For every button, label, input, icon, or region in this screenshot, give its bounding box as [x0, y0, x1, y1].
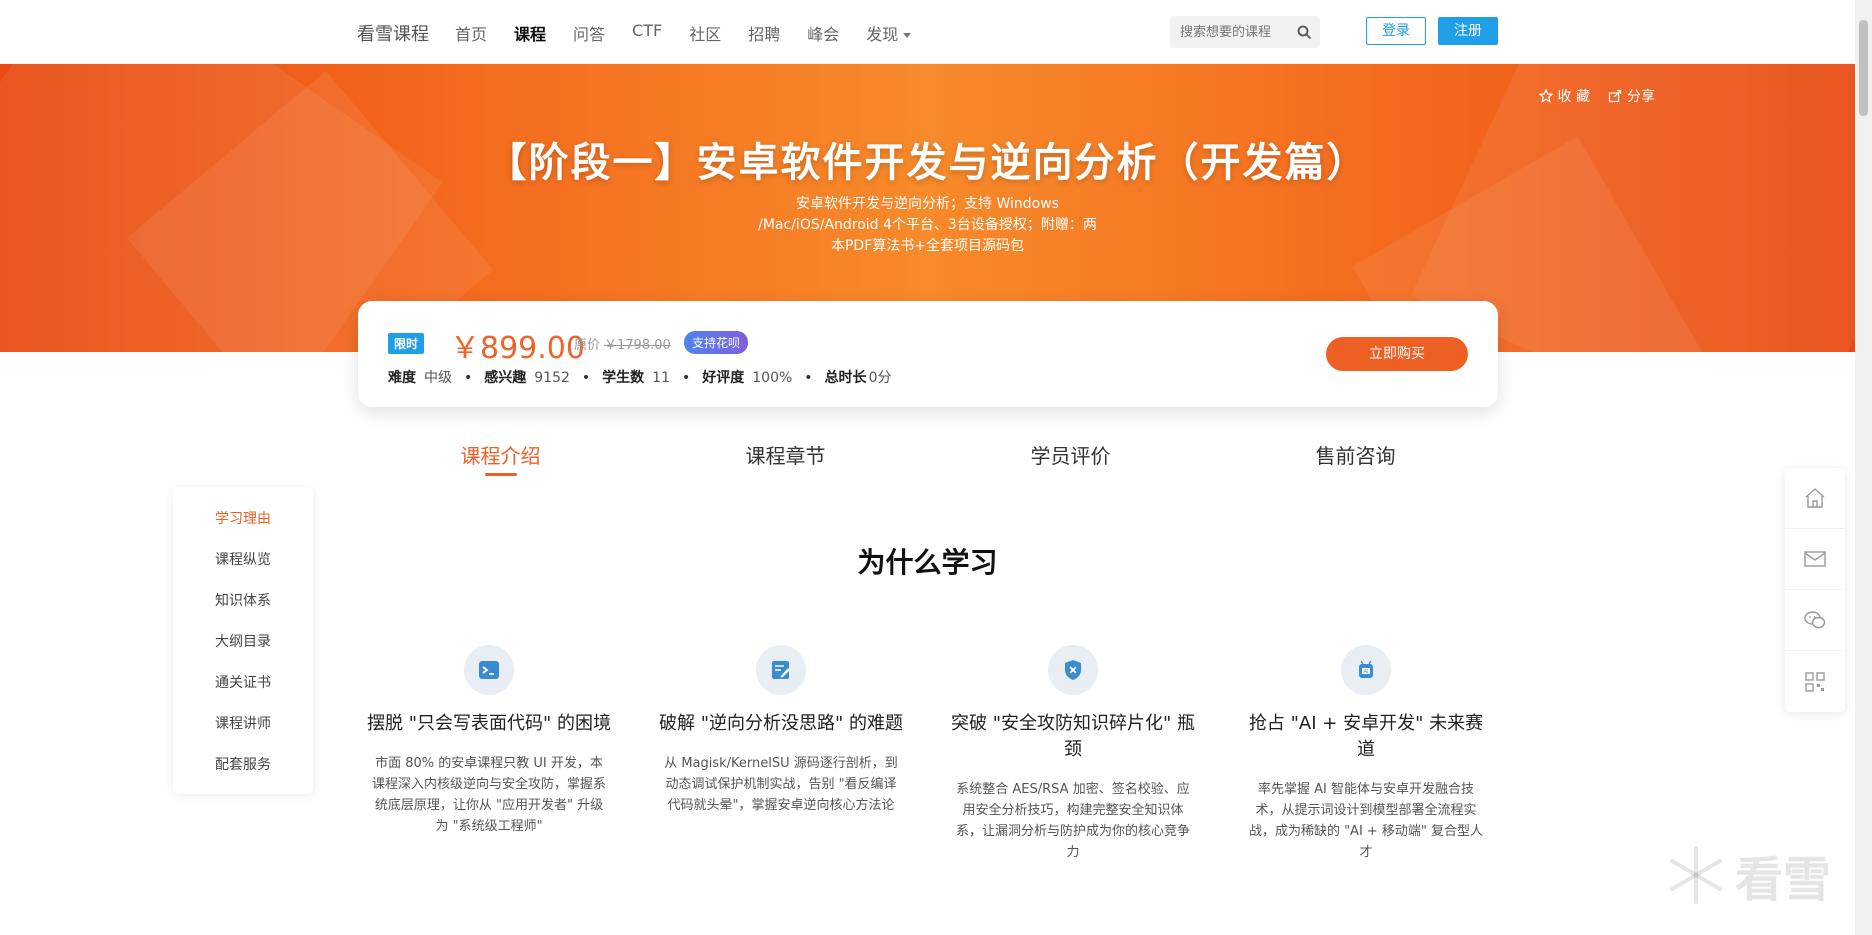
duration-value: 0分 — [868, 370, 892, 386]
duration-label: 总时长 — [824, 370, 867, 386]
nav-link-courses[interactable]: 课程 — [514, 21, 546, 45]
rating-label: 好评度 — [702, 370, 745, 386]
home-icon[interactable] — [1785, 468, 1845, 529]
collect-button[interactable]: 收 藏 — [1538, 86, 1590, 106]
feature-title: 突破 "安全攻防知识碎片化" 瓶颈 — [950, 713, 1195, 760]
page-scrollbar[interactable] — [1855, 0, 1872, 935]
tab-reviews[interactable]: 学员评价 — [928, 440, 1213, 480]
top-nav: 看雪课程 首页 课程 问答 CTF 社区 招聘 峰会 发现 登录 注册 — [0, 0, 1855, 64]
nav-link-summit[interactable]: 峰会 — [807, 21, 839, 45]
feature-card: 摆脱 "只会写表面代码" 的困境 市面 80% 的安卓课程只教 UI 开发，本课… — [364, 645, 614, 837]
watermark: 看雪 — [1665, 840, 1831, 910]
shield-icon — [1048, 645, 1098, 695]
watermark-text: 看雪 — [1735, 852, 1832, 908]
star-icon — [1538, 89, 1553, 103]
edit-note-icon — [756, 645, 806, 695]
feature-card: 破解 "逆向分析没思路" 的难题 从 Magisk/KernelSU 源码逐行剖… — [656, 645, 906, 816]
mail-icon[interactable] — [1785, 529, 1845, 590]
snowflake-logo-icon — [1670, 846, 1722, 904]
nav-link-ctf[interactable]: CTF — [632, 21, 662, 45]
register-button[interactable]: 注册 — [1438, 17, 1498, 45]
course-meta: 难度 中级 • 感兴趣 9152 • 学生数 11 • 好评度 100% • 总时长 0分 — [388, 370, 892, 386]
search-box — [1170, 16, 1320, 48]
tab-consult[interactable]: 售前咨询 — [1213, 440, 1498, 480]
chevron-down-icon — [903, 33, 912, 38]
interest-label: 感兴趣 — [484, 370, 527, 386]
nav-link-discover-label: 发现 — [866, 25, 899, 44]
huabei-badge: 支持花呗 — [684, 331, 749, 354]
sidenav-item-services[interactable]: 配套服务 — [173, 753, 313, 794]
sidenav-item-knowledge[interactable]: 知识体系 — [173, 589, 313, 630]
wechat-icon[interactable] — [1785, 590, 1845, 651]
section-sidenav: 学习理由 课程纵览 知识体系 大纲目录 通关证书 课程讲师 配套服务 — [173, 487, 313, 794]
floating-toolbar — [1785, 468, 1845, 712]
tab-chapters[interactable]: 课程章节 — [643, 440, 928, 480]
current-price: ￥899.00 — [450, 331, 585, 366]
feature-desc: 率先掌握 AI 智能体与安卓开发融合技术，从提示词设计到模型部署全流程实战，成为… — [1248, 782, 1484, 860]
nav-link-discover[interactable]: 发现 — [866, 21, 912, 45]
android-ai-icon: AI — [1341, 645, 1391, 695]
scrollbar-thumb[interactable] — [1859, 20, 1868, 116]
course-tabs: 课程介绍 课程章节 学员评价 售前咨询 — [358, 440, 1498, 480]
price-card: 限时 ￥899.00 原价 ￥1798.00 支持花呗 难度 中级 • 感兴趣 9152 •… — [358, 301, 1498, 407]
buy-now-button[interactable]: 立即购买 — [1326, 337, 1468, 371]
share-icon — [1608, 89, 1622, 103]
original-price: 原价 ￥1798.00 — [574, 334, 671, 353]
original-price-label: 原价 — [574, 338, 601, 353]
feature-card: 突破 "安全攻防知识碎片化" 瓶颈 系统整合 AES/RSA 加密、签名校验、应… — [948, 645, 1198, 863]
subtitle-line: 本PDF算法书+全套项目源码包 — [830, 238, 1024, 254]
nav-link-jobs[interactable]: 招聘 — [748, 21, 780, 45]
collect-label: 收 藏 — [1557, 89, 1590, 105]
terminal-icon — [464, 645, 514, 695]
page: 看雪课程 首页 课程 问答 CTF 社区 招聘 峰会 发现 登录 注册 — [0, 0, 1872, 935]
sidenav-item-certificate[interactable]: 通关证书 — [173, 671, 313, 712]
tab-intro[interactable]: 课程介绍 — [358, 440, 643, 480]
limited-time-badge: 限时 — [388, 333, 425, 354]
login-button[interactable]: 登录 — [1366, 17, 1426, 45]
students-label: 学生数 — [602, 370, 645, 386]
difficulty-label: 难度 — [388, 370, 416, 386]
feature-desc: 系统整合 AES/RSA 加密、签名校验、应用安全分析技巧，构建完整安全知识体系… — [955, 782, 1190, 860]
brand-logo[interactable]: 看雪课程 — [357, 20, 429, 46]
share-label: 分享 — [1627, 89, 1655, 105]
difficulty-value: 中级 — [424, 370, 452, 386]
nav-link-home[interactable]: 首页 — [455, 21, 487, 45]
feature-card: AI 抢占 "AI + 安卓开发" 未来赛道 率先掌握 AI 智能体与安卓开发融… — [1241, 645, 1491, 863]
search-icon[interactable] — [1296, 24, 1312, 40]
nav-link-qa[interactable]: 问答 — [573, 21, 605, 45]
svg-text:AI: AI — [1364, 669, 1369, 675]
nav-link-community[interactable]: 社区 — [689, 21, 721, 45]
sidenav-item-outline[interactable]: 大纲目录 — [173, 630, 313, 671]
course-subtitle: 安卓软件开发与逆向分析；支持 Windows /Mac/iOS/Android … — [748, 194, 1108, 257]
feature-desc: 市面 80% 的安卓课程只教 UI 开发，本课程深入内核级逆向与安全攻防，掌握系… — [371, 756, 606, 834]
section-title: 为什么学习 — [857, 546, 998, 579]
nav-links: 首页 课程 问答 CTF 社区 招聘 峰会 发现 — [455, 21, 938, 45]
rating-value: 100% — [752, 370, 793, 386]
sidenav-item-instructor[interactable]: 课程讲师 — [173, 712, 313, 753]
qrcode-icon[interactable] — [1785, 651, 1845, 712]
subtitle-line: /Mac/iOS/Android 4个平台、3台设备授权；附赠：两 — [758, 217, 1097, 233]
feature-title: 摆脱 "只会写表面代码" 的困境 — [366, 713, 611, 734]
students-value: 11 — [652, 370, 670, 386]
subtitle-line: 安卓软件开发与逆向分析；支持 Windows — [796, 196, 1059, 212]
feature-title: 抢占 "AI + 安卓开发" 未来赛道 — [1248, 713, 1484, 760]
feature-desc: 从 Magisk/KernelSU 源码逐行剖析，到动态调试保护机制实战，告别 … — [664, 756, 898, 813]
share-button[interactable]: 分享 — [1608, 86, 1655, 106]
original-price-value: ￥1798.00 — [604, 338, 671, 353]
search-input[interactable] — [1170, 16, 1288, 48]
feature-title: 破解 "逆向分析没思路" 的难题 — [658, 713, 903, 734]
course-title: 【阶段一】安卓软件开发与逆向分析（开发篇） — [486, 140, 1369, 186]
banner-actions: 收 藏 分享 — [1538, 86, 1655, 106]
interest-value: 9152 — [534, 370, 570, 386]
